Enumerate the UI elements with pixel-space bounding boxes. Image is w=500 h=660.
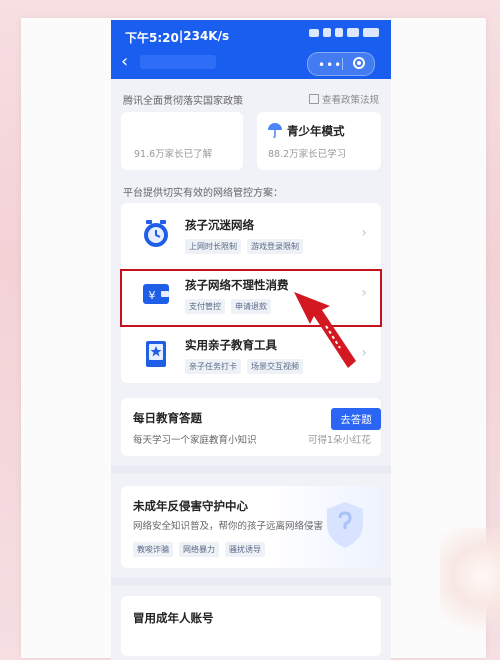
alarm-clock-icon bbox=[144, 220, 168, 247]
flower-decoration bbox=[440, 528, 500, 648]
answer-button[interactable]: 去答题 bbox=[331, 408, 381, 430]
wifi-icon bbox=[347, 28, 359, 37]
battery-icon bbox=[363, 28, 379, 37]
quiz-reward: 可得1朵小红花 bbox=[307, 435, 371, 446]
capsule-divider bbox=[342, 58, 343, 70]
mini-program-capsule[interactable]: ••• bbox=[307, 52, 375, 76]
stat-card-2-title: 青少年模式 bbox=[287, 124, 345, 138]
signal-icon bbox=[323, 28, 331, 37]
item-tags-education-tools: 亲子任务打卡 场景交互视频 bbox=[185, 359, 303, 374]
item-tags-addiction: 上网时长限制 游戏登录限制 bbox=[185, 239, 303, 254]
account-card[interactable]: 冒用成年人账号 bbox=[121, 596, 381, 656]
policy-link-label: 查看政策法规 bbox=[321, 95, 379, 106]
protect-card[interactable]: 未成年反侵害守护中心 网络安全知识普及，帮你的孩子远离网络侵害 教唆诈骗 网络暴… bbox=[121, 486, 381, 568]
tag: 游戏登录限制 bbox=[247, 239, 303, 254]
tag: 上网时长限制 bbox=[185, 239, 241, 254]
chevron-right-icon: › bbox=[361, 345, 367, 361]
quiz-sub: 每天学习一个家庭教育小知识 bbox=[133, 435, 257, 446]
tag: 网络暴力 bbox=[179, 542, 219, 557]
close-target-icon[interactable] bbox=[353, 57, 365, 69]
tag: 骚扰诱导 bbox=[225, 542, 265, 557]
status-icons bbox=[309, 28, 379, 37]
title-blur bbox=[140, 55, 216, 69]
signal2-icon bbox=[335, 28, 343, 37]
protect-sub: 网络安全知识普及，帮你的孩子远离网络侵害 bbox=[133, 521, 324, 532]
quiz-title: 每日教育答题 bbox=[133, 411, 202, 425]
policy-link[interactable]: 查看政策法规 bbox=[308, 92, 379, 106]
chevron-right-icon: › bbox=[361, 225, 367, 241]
solutions-label: 平台提供切实有效的网络管控方案： bbox=[123, 188, 283, 199]
item-title-addiction: 孩子沉迷网络 bbox=[185, 218, 254, 232]
policy-text: 腾讯全面贯彻落实国家政策 bbox=[123, 96, 243, 107]
more-icon[interactable]: ••• bbox=[318, 58, 342, 72]
shield-icon bbox=[327, 502, 363, 548]
vibrate-icon bbox=[309, 28, 319, 37]
section-divider bbox=[111, 466, 391, 474]
notebook-star-icon bbox=[146, 341, 166, 367]
status-bar: 下午5:20 | 234K/s bbox=[125, 29, 229, 46]
umbrella-icon bbox=[268, 123, 282, 138]
back-icon[interactable]: ‹ bbox=[121, 53, 128, 71]
account-title: 冒用成年人账号 bbox=[133, 611, 214, 625]
stat-card-1-sub: 91.6万家长已了解 bbox=[134, 149, 213, 160]
item-title-education-tools: 实用亲子教育工具 bbox=[185, 338, 277, 352]
protect-tags: 教唆诈骗 网络暴力 骚扰诱导 bbox=[133, 542, 265, 557]
stat-card-1[interactable]: 91.6万家长已了解 bbox=[121, 112, 243, 170]
list-item-addiction[interactable]: 孩子沉迷网络 上网时长限制 游戏登录限制 › bbox=[121, 203, 381, 263]
tag: 教唆诈骗 bbox=[133, 542, 173, 557]
status-time: 下午5:20 bbox=[125, 31, 179, 45]
section-divider bbox=[111, 578, 391, 586]
stat-card-2-sub: 88.2万家长已学习 bbox=[268, 149, 347, 160]
tag: 亲子任务打卡 bbox=[185, 359, 241, 374]
red-arrow-annotation bbox=[294, 292, 356, 368]
status-speed: 234K/s bbox=[183, 29, 230, 43]
top-bar: 下午5:20 | 234K/s ‹ ••• bbox=[111, 20, 391, 79]
protect-title: 未成年反侵害守护中心 bbox=[133, 499, 248, 513]
stat-card-2[interactable]: 青少年模式 88.2万家长已学习 bbox=[257, 112, 381, 170]
doc-icon bbox=[308, 94, 319, 104]
